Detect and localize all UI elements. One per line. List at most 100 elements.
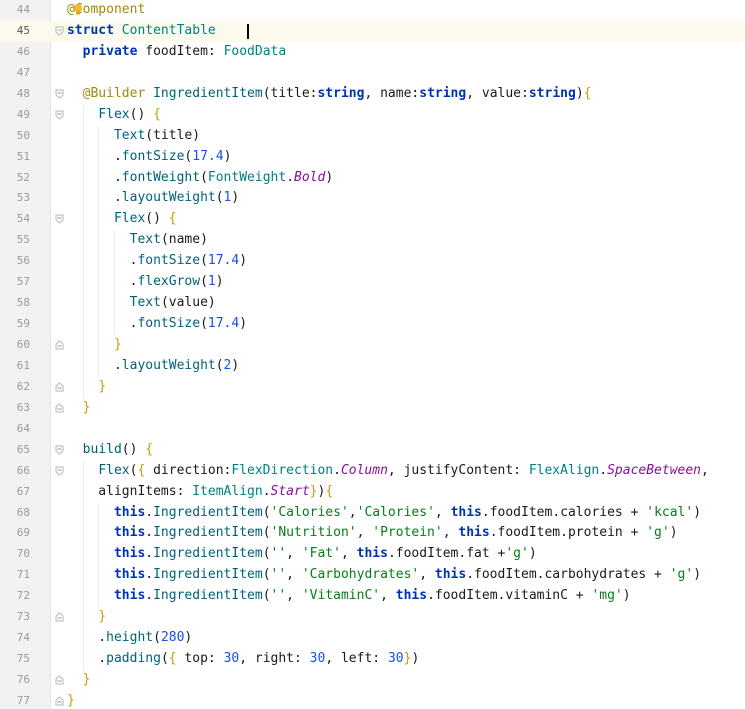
- code-text[interactable]: .padding({ top: 30, right: 30, left: 30}…: [67, 649, 419, 670]
- code-text[interactable]: Text(value): [67, 293, 216, 314]
- code-line[interactable]: 46 private foodItem: FoodData: [0, 42, 745, 63]
- fold-close-icon[interactable]: [55, 675, 64, 685]
- code-token: 'g': [505, 546, 529, 562]
- code-line[interactable]: 65 build() {: [0, 440, 745, 461]
- code-line[interactable]: 77}: [0, 691, 745, 709]
- code-line[interactable]: 60 }: [0, 335, 745, 356]
- code-line[interactable]: 59 .fontSize(17.4): [0, 314, 745, 335]
- code-text[interactable]: Flex() {: [67, 105, 161, 126]
- code-line[interactable]: 55 Text(name): [0, 230, 745, 252]
- code-text[interactable]: build() {: [67, 440, 153, 461]
- code-line[interactable]: 66 Flex({ direction:FlexDirection.Column…: [0, 460, 745, 482]
- code-text[interactable]: this.IngredientItem('Calories','Calories…: [67, 503, 701, 524]
- code-line[interactable]: 58 Text(value): [0, 293, 745, 315]
- code-text[interactable]: this.IngredientItem('Nutrition', 'Protei…: [67, 523, 678, 544]
- fold-open-icon[interactable]: [55, 445, 64, 455]
- lightbulb-icon[interactable]: [73, 3, 83, 16]
- code-text[interactable]: .layoutWeight(1): [67, 188, 239, 209]
- code-token: .: [67, 357, 122, 373]
- code-line[interactable]: 62 }: [0, 376, 745, 398]
- code-text[interactable]: }: [67, 691, 75, 709]
- code-lines[interactable]: 44 @Component 45 struct ContentTable 46 pri…: [0, 0, 745, 709]
- code-text[interactable]: .fontSize(17.4): [67, 251, 247, 272]
- code-line[interactable]: 64: [0, 419, 745, 440]
- code-line[interactable]: 73 }: [0, 607, 745, 629]
- fold-open-icon[interactable]: [55, 110, 64, 120]
- code-token: }: [82, 399, 91, 415]
- code-line[interactable]: 56 .fontSize(17.4): [0, 251, 745, 273]
- code-token: 280: [160, 630, 185, 646]
- line-number: 46: [16, 44, 30, 58]
- indent-guide: [82, 607, 84, 629]
- code-line[interactable]: 54 Flex() {: [0, 209, 745, 231]
- code-line[interactable]: 44 @Component: [0, 0, 745, 21]
- code-line[interactable]: 53 .layoutWeight(1): [0, 188, 745, 210]
- code-text[interactable]: this.IngredientItem('', 'Carbohydrates',…: [67, 565, 701, 586]
- code-text[interactable]: private foodItem: FoodData: [67, 42, 287, 63]
- code-editor[interactable]: 44 @Component 45 struct ContentTable 46 pri…: [0, 0, 745, 709]
- code-text[interactable]: this.IngredientItem('', 'VitaminC', this…: [67, 586, 631, 607]
- code-text[interactable]: }: [67, 670, 91, 691]
- code-token: (title): [145, 127, 201, 143]
- code-text[interactable]: alignItems: ItemAlign.Start}){: [67, 482, 333, 503]
- code-line[interactable]: 69 this.IngredientItem('Nutrition', 'Pro…: [0, 523, 745, 545]
- code-text[interactable]: }: [67, 398, 91, 419]
- fold-open-icon[interactable]: [55, 214, 64, 225]
- code-line[interactable]: 67 alignItems: ItemAlign.Start}){: [0, 481, 745, 503]
- code-text[interactable]: .fontSize(17.4): [67, 314, 247, 335]
- code-line[interactable]: 75 .padding({ top: 30, right: 30, left: …: [0, 649, 745, 670]
- code-token: (: [153, 630, 161, 646]
- code-text[interactable]: Flex({ direction:FlexDirection.Column, j…: [67, 461, 709, 482]
- code-line[interactable]: 50 Text(title): [0, 125, 745, 147]
- code-token: {: [583, 85, 592, 101]
- code-line[interactable]: 61 .layoutWeight(2): [0, 355, 745, 377]
- fold-close-icon[interactable]: [55, 340, 64, 350]
- code-line[interactable]: 76 }: [0, 670, 745, 691]
- code-line[interactable]: 70 this.IngredientItem('', 'Fat', this.f…: [0, 544, 745, 566]
- code-line[interactable]: 68 this.IngredientItem('Calories','Calor…: [0, 502, 745, 524]
- code-token: , name:: [364, 85, 420, 101]
- code-text[interactable]: }: [67, 377, 106, 398]
- code-text[interactable]: Text(title): [67, 126, 200, 147]
- indent-guide: [98, 230, 100, 252]
- code-line[interactable]: 45 struct ContentTable: [0, 20, 745, 42]
- code-text[interactable]: Text(name): [67, 230, 208, 251]
- indent-guide: [82, 209, 84, 231]
- code-line[interactable]: 51 .fontSize(17.4): [0, 146, 745, 168]
- code-text[interactable]: this.IngredientItem('', 'Fat', this.food…: [67, 544, 537, 565]
- code-text[interactable]: .fontWeight(FontWeight.Bold): [67, 168, 333, 189]
- code-line[interactable]: 74 .height(280): [0, 628, 745, 650]
- code-text[interactable]: }: [67, 335, 122, 356]
- code-text[interactable]: }: [67, 607, 106, 628]
- code-line[interactable]: 52 .fontWeight(FontWeight.Bold): [0, 167, 745, 189]
- code-token: build: [82, 441, 122, 457]
- fold-close-icon[interactable]: [55, 382, 64, 392]
- line-number: 48: [16, 86, 30, 100]
- fold-open-icon[interactable]: [55, 26, 64, 36]
- code-text[interactable]: .flexGrow(1): [67, 272, 224, 293]
- code-token: .foodItem.fat +: [387, 546, 506, 562]
- fold-close-icon[interactable]: [55, 403, 64, 413]
- code-line[interactable]: 57 .flexGrow(1): [0, 272, 745, 294]
- indent-guide: [82, 335, 84, 356]
- fold-open-icon[interactable]: [55, 466, 64, 476]
- code-line[interactable]: 72 this.IngredientItem('', 'VitaminC', t…: [0, 586, 745, 608]
- code-text[interactable]: .fontSize(17.4): [67, 147, 231, 168]
- fold-close-icon[interactable]: [55, 612, 64, 622]
- code-token: (: [160, 651, 169, 667]
- code-line[interactable]: 71 this.IngredientItem('', 'Carbohydrate…: [0, 565, 745, 587]
- code-text[interactable]: .layoutWeight(2): [67, 356, 239, 377]
- line-number: 73: [16, 610, 30, 624]
- code-line[interactable]: 48 @Builder IngredientItem(title:string,…: [0, 84, 745, 105]
- code-line[interactable]: 49 Flex() {: [0, 104, 745, 126]
- code-token: fontSize: [137, 253, 201, 269]
- code-token: top:: [176, 651, 224, 667]
- code-text[interactable]: struct ContentTable: [67, 21, 231, 42]
- fold-close-icon[interactable]: [55, 696, 64, 706]
- line-number: 76: [16, 673, 30, 686]
- fold-open-icon[interactable]: [55, 89, 64, 99]
- code-text[interactable]: .height(280): [67, 628, 192, 649]
- code-line[interactable]: 63 }: [0, 398, 745, 419]
- code-line[interactable]: 47: [0, 63, 745, 84]
- code-text[interactable]: @Builder IngredientItem(title:string, na…: [67, 84, 592, 105]
